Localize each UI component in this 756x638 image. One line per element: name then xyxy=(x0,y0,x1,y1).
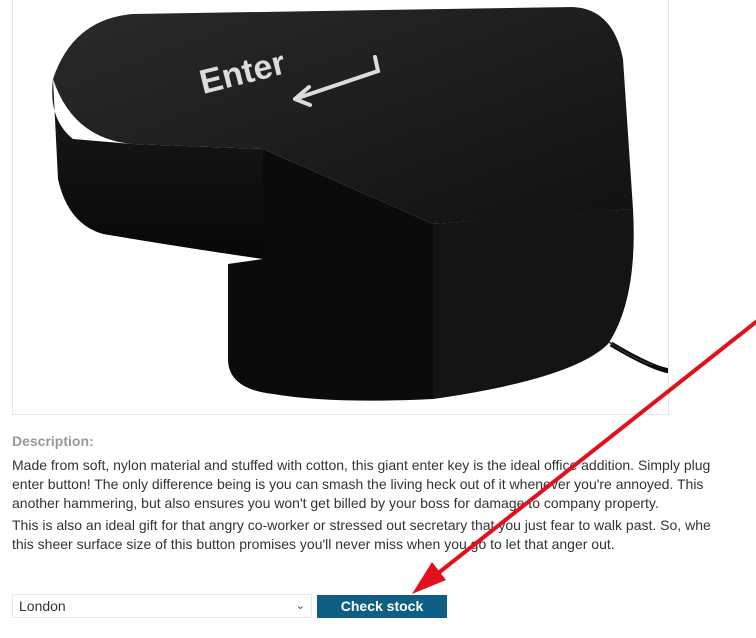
product-image: Enter xyxy=(12,0,669,415)
enter-key-pillow-illustration: Enter xyxy=(52,7,668,401)
description-paragraph-1: Made from soft, nylon material and stuff… xyxy=(12,456,756,513)
description-line: enter button! The only difference being … xyxy=(12,476,704,492)
store-select-value: London xyxy=(19,598,66,614)
check-stock-button[interactable]: Check stock xyxy=(317,595,447,618)
description-line: another hammering, but also ensures you … xyxy=(12,495,659,511)
description-line: This is also an ideal gift for that angr… xyxy=(12,517,711,533)
description-paragraph-2: This is also an ideal gift for that angr… xyxy=(12,516,756,554)
description-line: Made from soft, nylon material and stuff… xyxy=(12,457,711,473)
description-heading: Description: xyxy=(12,433,94,449)
store-select[interactable]: London ⌄ xyxy=(12,594,312,618)
chevron-down-icon: ⌄ xyxy=(295,600,305,612)
description-line: this sheer surface size of this button p… xyxy=(12,536,615,552)
